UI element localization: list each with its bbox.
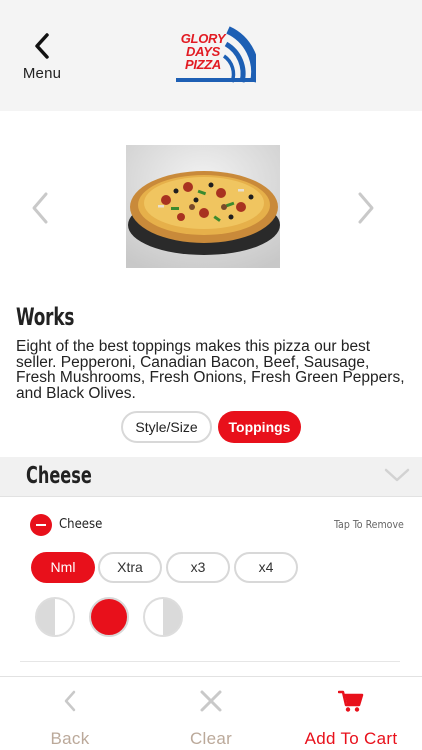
- amount-extra-button[interactable]: Xtra: [98, 552, 162, 583]
- product-description: Eight of the best toppings makes this pi…: [16, 338, 405, 402]
- tap-to-remove-hint: Tap To Remove: [334, 519, 404, 531]
- chevron-right-icon: [358, 192, 374, 224]
- chevron-left-icon: [35, 33, 49, 59]
- right-half-coverage-icon[interactable]: [143, 597, 183, 637]
- menu-label: Menu: [22, 65, 62, 82]
- product-image-carousel: [0, 111, 422, 301]
- bottom-toolbar: Back Clear Add To Cart: [0, 676, 422, 750]
- divider: [20, 661, 400, 662]
- glory-days-pizza-logo: GLORY DAYS PIZZA: [166, 24, 256, 86]
- section-title: Cheese: [26, 463, 92, 489]
- topping-name: Cheese: [59, 517, 103, 532]
- add-to-cart-label: Add To Cart: [304, 729, 398, 748]
- back-label: Back: [50, 729, 90, 748]
- previous-image-button[interactable]: [28, 191, 52, 225]
- amount-normal-button[interactable]: Nml: [31, 552, 95, 583]
- add-to-cart-button[interactable]: Add To Cart: [281, 677, 421, 750]
- shopping-cart-icon: [338, 690, 364, 712]
- clear-label: Clear: [189, 729, 233, 748]
- back-button[interactable]: Back: [0, 677, 140, 750]
- menu-button[interactable]: Menu: [14, 32, 70, 92]
- tab-style-size[interactable]: Style/Size: [121, 411, 212, 443]
- chevron-left-icon: [32, 192, 48, 224]
- tab-toppings[interactable]: Toppings: [218, 411, 301, 443]
- next-image-button[interactable]: [354, 191, 378, 225]
- remove-topping-icon[interactable]: [30, 514, 52, 536]
- clear-button[interactable]: Clear: [141, 677, 281, 750]
- chevron-left-icon: [64, 690, 76, 712]
- product-title: Works: [16, 303, 75, 331]
- whole-coverage-icon[interactable]: [89, 597, 129, 637]
- cheese-section-header[interactable]: Cheese: [0, 457, 422, 497]
- left-half-coverage-icon[interactable]: [35, 597, 75, 637]
- pizza-photo: [126, 145, 280, 268]
- close-icon: [200, 690, 222, 712]
- chevron-down-icon: [384, 468, 410, 482]
- app-header: Menu GLORY DAYS PIZZA: [0, 0, 422, 111]
- amount-x4-button[interactable]: x4: [234, 552, 298, 583]
- logo-wordmark: GLORY DAYS PIZZA: [166, 32, 240, 71]
- pizza-illustration: [126, 145, 280, 268]
- logo-line: PIZZA: [184, 57, 222, 72]
- amount-x3-button[interactable]: x3: [166, 552, 230, 583]
